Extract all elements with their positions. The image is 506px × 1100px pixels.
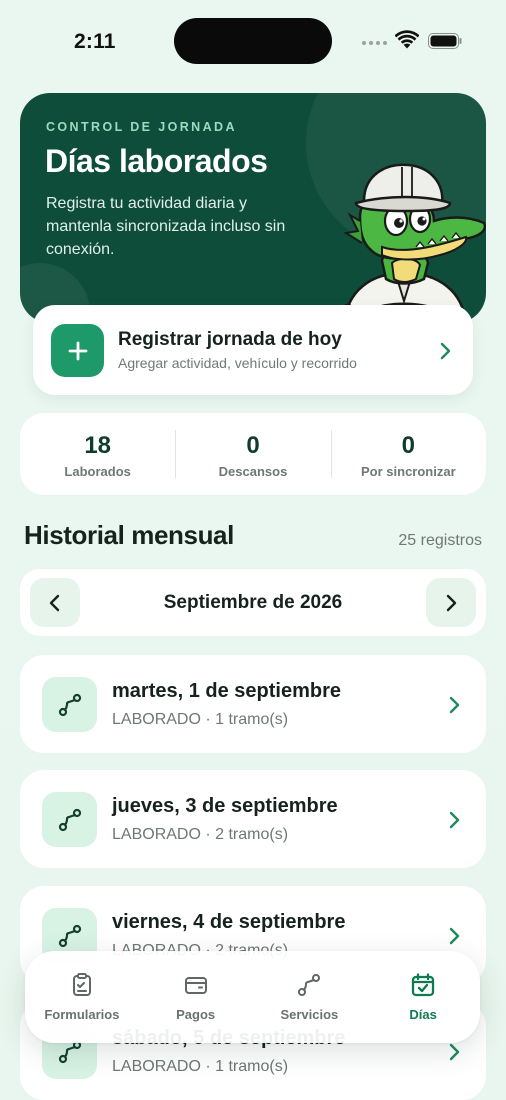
day-subtitle: LABORADO · 1 tramo(s) — [112, 711, 289, 728]
chevron-right-icon — [449, 927, 460, 945]
crocodile-mascot-illustration — [338, 163, 486, 323]
hero-description: Registra tu actividad diaria y mantenla … — [46, 195, 286, 258]
chevron-right-icon — [446, 594, 457, 611]
route-icon — [298, 974, 321, 996]
register-today-card[interactable]: Registrar jornada de hoy Agregar activid… — [33, 305, 473, 395]
stat-value: 18 — [84, 432, 112, 459]
stat-label: Descansos — [218, 464, 288, 479]
day-title: viernes, 4 de septiembre — [112, 911, 346, 933]
month-label: Septiembre de 2026 — [163, 592, 343, 613]
plus-icon — [51, 324, 104, 377]
tab-label: Formularios — [44, 1007, 120, 1022]
history-count: 25 registros — [398, 532, 482, 549]
register-subtitle: Agregar actividad, vehículo y recorrido — [118, 355, 357, 371]
month-selector: Septiembre de 2026 — [20, 569, 486, 636]
tab-label: Servicios — [280, 1007, 339, 1022]
signal-icon — [362, 41, 387, 45]
tab-label: Pagos — [176, 1007, 216, 1022]
bottom-tab-bar: Formularios Pagos Servicios Días — [25, 951, 480, 1043]
hero-banner: CONTROL DE JORNADA Días laborados Regist… — [20, 93, 486, 323]
stat-laborados: 18 Laborados — [20, 413, 175, 495]
day-card[interactable]: jueves, 3 de septiembre LABORADO · 2 tra… — [20, 770, 486, 868]
tab-label: Días — [409, 1007, 437, 1022]
stat-value: 0 — [401, 432, 415, 459]
day-subtitle: LABORADO · 2 tramo(s) — [112, 826, 289, 843]
register-title: Registrar jornada de hoy — [118, 329, 342, 350]
next-month-button[interactable] — [426, 578, 476, 627]
chevron-right-icon — [440, 342, 451, 360]
tab-formularios[interactable]: Formularios — [25, 951, 139, 1043]
page-title: Días laborados — [45, 143, 268, 179]
day-card[interactable]: martes, 1 de septiembre LABORADO · 1 tra… — [20, 655, 486, 753]
stat-value: 0 — [246, 432, 260, 459]
tab-pagos[interactable]: Pagos — [139, 951, 253, 1043]
stat-label: Laborados — [64, 464, 131, 479]
route-icon — [42, 792, 97, 847]
day-title: jueves, 3 de septiembre — [112, 795, 338, 817]
tab-dias[interactable]: Días — [366, 951, 480, 1043]
hero-eyebrow: CONTROL DE JORNADA — [46, 120, 237, 134]
wallet-icon — [184, 977, 207, 994]
wifi-icon — [395, 30, 419, 49]
day-title: martes, 1 de septiembre — [112, 680, 341, 702]
screen: 2:11 CONTROL DE JORNADA Días laborados R… — [0, 0, 506, 1100]
calendar-check-icon — [411, 973, 435, 997]
stat-label: Por sincronizar — [361, 464, 456, 479]
route-icon — [42, 677, 97, 732]
stats-summary: 18 Laborados 0 Descansos 0 Por sincroniz… — [20, 413, 486, 495]
history-title: Historial mensual — [24, 520, 234, 550]
chevron-right-icon — [449, 1043, 460, 1061]
status-time: 2:11 — [74, 30, 116, 53]
stat-por-sincronizar: 0 Por sincronizar — [330, 413, 486, 495]
tab-servicios[interactable]: Servicios — [253, 951, 367, 1043]
chevron-right-icon — [449, 811, 460, 829]
day-subtitle: LABORADO · 1 tramo(s) — [112, 1058, 289, 1075]
clipboard-icon — [72, 973, 91, 996]
dynamic-island — [174, 18, 332, 64]
stat-descansos: 0 Descansos — [175, 413, 330, 495]
battery-icon — [428, 33, 462, 49]
chevron-right-icon — [449, 696, 460, 714]
